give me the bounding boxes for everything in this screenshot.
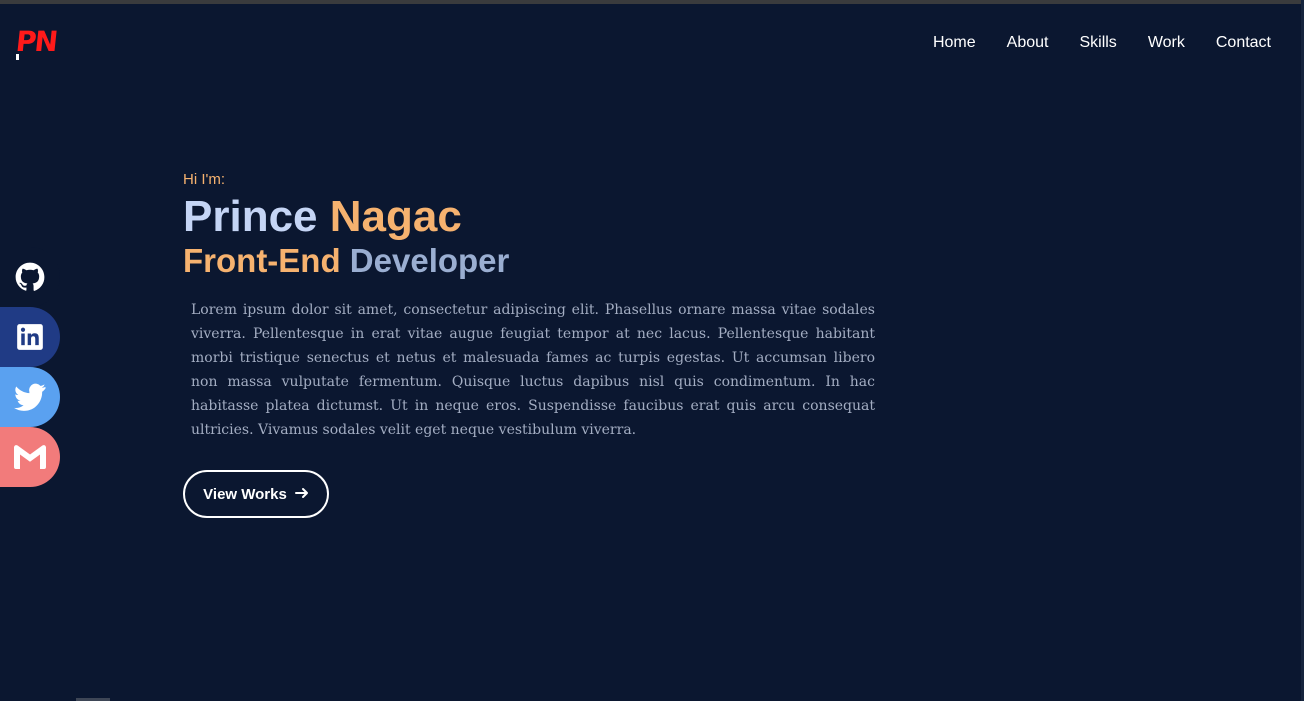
github-link[interactable] [0,247,60,307]
twitter-link[interactable] [0,367,60,427]
nav-skills[interactable]: Skills [1079,33,1116,53]
hero-description: Lorem ipsum dolor sit amet, consectetur … [191,302,875,438]
nav-about[interactable]: About [1007,33,1049,53]
hero-name: Prince Nagac [183,192,883,242]
brand-logo[interactable]: PN [14,25,57,58]
linkedin-link[interactable] [0,307,60,367]
view-works-label: View Works [203,485,287,503]
logo-cursor-mark [16,54,19,60]
gmail-link[interactable] [0,427,60,487]
arrow-right-icon [294,486,309,503]
hero-first-name: Prince [183,192,318,241]
gmail-icon [14,445,46,469]
twitter-icon [14,383,46,411]
hero-role: Front-End Developer [183,242,883,280]
window-top-border [0,0,1304,4]
hero-greeting: Hi I'm: [183,171,226,188]
nav-home[interactable]: Home [933,33,976,53]
hero-role-part1: Front-End [183,242,341,279]
hero-role-part2: Developer [349,242,510,279]
view-works-button[interactable]: View Works [183,470,329,518]
hero-section: Hi I'm: Prince Nagac Front-End Developer… [183,170,883,518]
github-icon [15,262,45,292]
linkedin-icon [16,323,44,351]
main-nav: Home About Skills Work Contact [902,33,1271,53]
nav-work[interactable]: Work [1148,33,1185,53]
hero-last-name: Nagac [329,192,462,241]
nav-contact[interactable]: Contact [1216,33,1271,53]
